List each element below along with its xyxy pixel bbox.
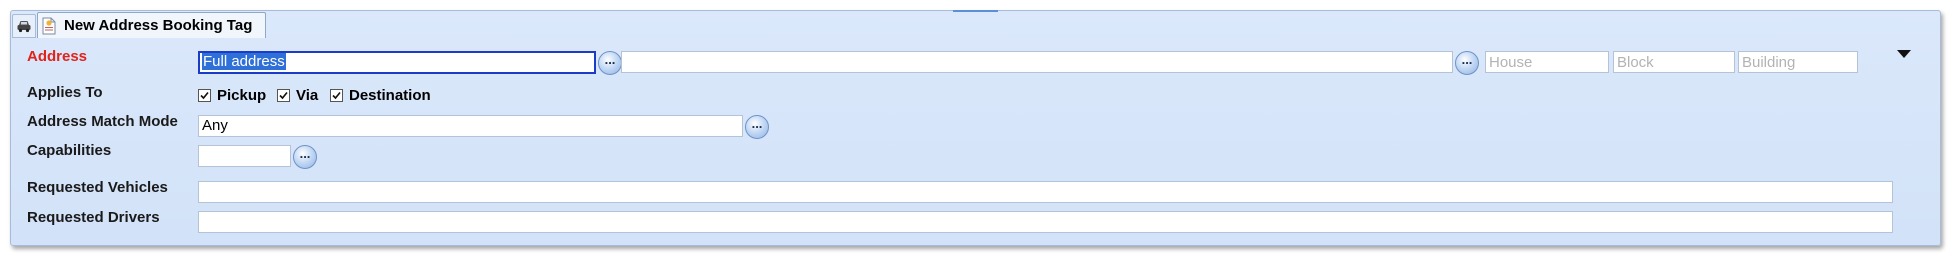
destination-check-icon	[330, 89, 343, 102]
requested-vehicles-label: Requested Vehicles	[27, 179, 168, 196]
tab-title: New Address Booking Tag	[64, 17, 253, 34]
block-input[interactable]	[1613, 51, 1735, 73]
via-checkbox[interactable]: Via	[277, 87, 318, 104]
match-mode-lookup-button[interactable]: ...	[745, 115, 769, 139]
capabilities-lookup-button[interactable]: ...	[293, 145, 317, 169]
address-lookup-button[interactable]: ...	[598, 51, 622, 75]
house-input[interactable]	[1485, 51, 1609, 73]
via-label: Via	[296, 87, 319, 104]
expand-arrow-icon[interactable]	[1897, 50, 1911, 58]
requested-vehicles-input[interactable]	[198, 181, 1893, 203]
car-icon	[17, 21, 31, 33]
panel-indicator	[953, 10, 998, 12]
address-match-mode-label: Address Match Mode	[27, 113, 178, 130]
capabilities-input[interactable]	[198, 145, 291, 167]
requested-drivers-label: Requested Drivers	[27, 209, 160, 226]
applies-to-label: Applies To	[27, 84, 103, 101]
tab-new-address-booking-tag[interactable]: New Address Booking Tag	[37, 12, 266, 38]
building-input[interactable]	[1738, 51, 1858, 73]
address-match-mode-select[interactable]: Any	[198, 115, 743, 137]
pickup-label: Pickup	[217, 87, 267, 104]
requested-drivers-input[interactable]	[198, 211, 1893, 233]
via-check-icon	[277, 89, 290, 102]
destination-checkbox[interactable]: Destination	[330, 87, 431, 104]
address-detail-input[interactable]	[621, 51, 1453, 73]
pickup-checkbox[interactable]: Pickup	[198, 87, 266, 104]
address-input-value: Full address	[202, 53, 286, 70]
destination-label: Destination	[349, 87, 431, 104]
document-icon	[42, 17, 56, 35]
pickup-check-icon	[198, 89, 211, 102]
address-label: Address	[27, 48, 88, 65]
address-input[interactable]: Full address	[198, 51, 596, 74]
vehicle-tab[interactable]	[12, 14, 36, 38]
capabilities-label: Capabilities	[27, 142, 112, 159]
address-detail-lookup-button[interactable]: ...	[1455, 51, 1479, 75]
